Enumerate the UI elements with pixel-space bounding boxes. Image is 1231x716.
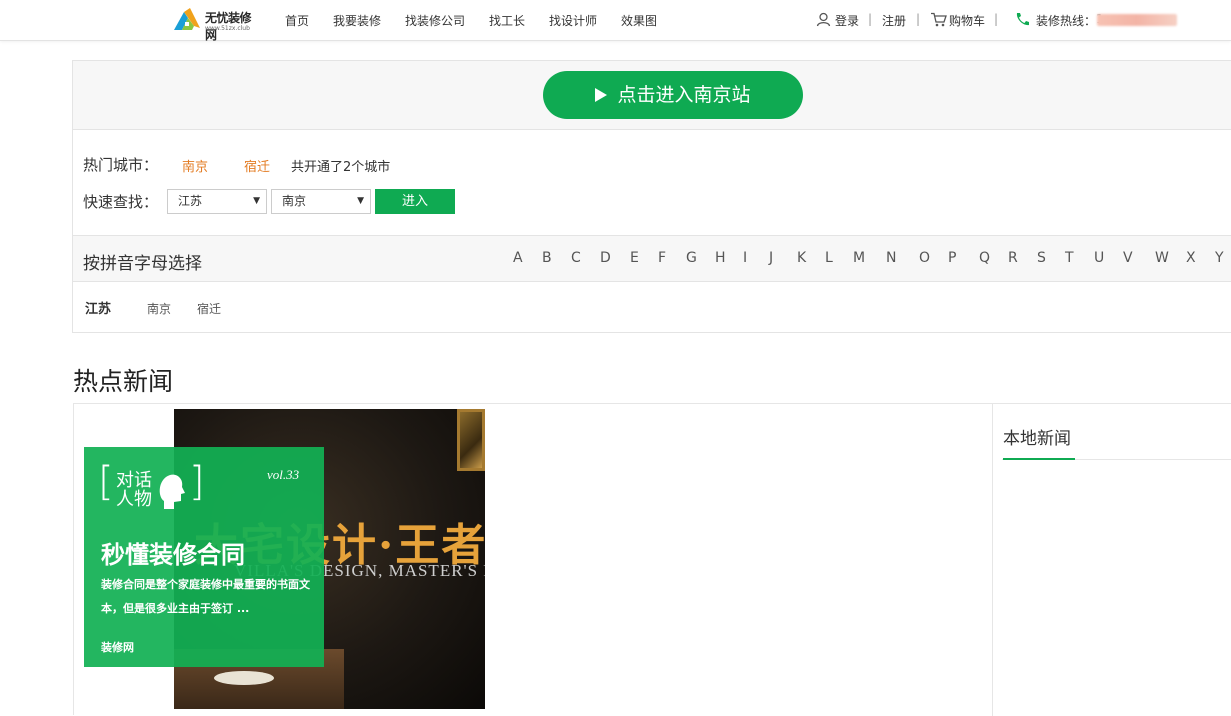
separator: | — [868, 12, 873, 26]
logo-url: www.51zx.club — [205, 25, 250, 32]
province-name: 江苏 — [85, 302, 112, 317]
pinyin-title: 按拼音字母选择 — [83, 254, 202, 274]
city-panel: 点击进入南京站 热门城市： 南京 宿迁 共开通了2个城市 快速查找： 江苏 ▼ … — [72, 60, 1231, 333]
enter-station-label: 点击进入南京站 — [617, 84, 751, 106]
logo-house-icon — [174, 8, 200, 30]
feature-description: 装修合同是整个家庭装修中最重要的书面文本，但是很多业主由于签订 ... — [101, 578, 310, 615]
pinyin-letter-i[interactable]: I — [743, 250, 747, 266]
pinyin-letter-u[interactable]: U — [1094, 250, 1104, 266]
pinyin-letter-g[interactable]: G — [686, 250, 697, 266]
enter-nanjing-station-button[interactable]: 点击进入南京站 — [543, 71, 803, 119]
pinyin-letter-d[interactable]: D — [600, 250, 611, 266]
nav-find-foreman[interactable]: 找工长 — [489, 12, 525, 29]
phone-icon — [1016, 13, 1029, 26]
pinyin-letter-m[interactable]: M — [853, 250, 865, 266]
separator: | — [916, 12, 921, 26]
pinyin-letter-e[interactable]: E — [630, 250, 639, 266]
nav-effect-images[interactable]: 效果图 — [621, 12, 657, 29]
nav-find-company[interactable]: 找装修公司 — [405, 12, 465, 29]
enter-city-button[interactable]: 进入 — [375, 189, 455, 214]
nav-home[interactable]: 首页 — [285, 12, 309, 29]
dropdown-arrow-icon: ▼ — [253, 196, 260, 206]
hotline-number-redacted — [1097, 14, 1177, 26]
login-link[interactable]: 登录 — [835, 12, 859, 29]
pinyin-letter-t[interactable]: T — [1065, 250, 1074, 266]
hot-city-suqian[interactable]: 宿迁 — [244, 156, 270, 175]
pinyin-letter-h[interactable]: H — [715, 250, 726, 266]
nav-want-renovation[interactable]: 我要装修 — [333, 12, 381, 29]
tab-local-news[interactable]: 本地新闻 — [1003, 424, 1071, 449]
pinyin-letter-a[interactable]: A — [513, 250, 523, 266]
dialogue-line2: 人物 — [116, 489, 152, 510]
station-banner: 点击进入南京站 — [73, 61, 1231, 130]
pinyin-letter-p[interactable]: P — [948, 250, 956, 266]
plate-decoration — [214, 671, 274, 685]
bracket-open: [ — [98, 459, 114, 505]
pinyin-letter-c[interactable]: C — [571, 250, 581, 266]
pinyin-letter-b[interactable]: B — [542, 250, 552, 266]
dialogue-label: 对话 人物 — [116, 471, 152, 509]
bracket-close: ] — [189, 459, 205, 505]
play-icon — [595, 88, 608, 102]
hot-city-nanjing[interactable]: 南京 — [182, 156, 208, 175]
pinyin-letter-w[interactable]: W — [1155, 250, 1169, 266]
pinyin-letter-s[interactable]: S — [1037, 250, 1046, 266]
pinyin-letter-f[interactable]: F — [658, 250, 666, 266]
nav-find-designer[interactable]: 找设计师 — [549, 12, 597, 29]
feature-headline[interactable]: 秒懂装修合同 — [101, 535, 245, 570]
cart-link[interactable]: 购物车 — [949, 12, 985, 29]
feature-source: 装修网 — [101, 641, 134, 654]
pinyin-letter-q[interactable]: Q — [979, 250, 990, 266]
head-profile-icon — [159, 474, 185, 509]
pinyin-letter-k[interactable]: K — [797, 250, 806, 266]
picture-frame-decoration — [457, 409, 485, 471]
cart-icon — [931, 12, 947, 27]
feature-news-card[interactable]: [ 对话 人物 ] vol.33 秒懂装修合同 装修合同是整个家庭装修中最重要的… — [84, 447, 324, 667]
pinyin-letter-j[interactable]: J — [769, 250, 773, 266]
separator: | — [994, 12, 999, 26]
hot-news-title: 热点新闻 — [73, 367, 174, 396]
news-section: 大宅设计·王者之 VILLA'S DESIGN, MASTER'S RES [ … — [73, 403, 1231, 716]
hotline-label: 装修热线： — [1036, 14, 1097, 28]
dropdown-arrow-icon: ▼ — [357, 196, 364, 206]
hot-cities-label: 热门城市： — [83, 156, 159, 174]
pinyin-filter-bar: 按拼音字母选择 A B C D E F G H I J K L M N O P Q R S T U V W X Y — [73, 235, 1231, 282]
pinyin-letter-n[interactable]: N — [886, 250, 896, 266]
news-divider — [992, 404, 993, 716]
city-select[interactable]: 南京 ▼ — [271, 189, 371, 214]
top-navbar: 无忧装修网 www.51zx.club 首页 我要装修 找装修公司 找工长 找设… — [0, 0, 1231, 42]
city-select-value: 南京 — [282, 194, 307, 208]
volume-label: vol.33 — [267, 467, 300, 482]
pinyin-letter-r[interactable]: R — [1008, 250, 1018, 266]
pinyin-letter-l[interactable]: L — [825, 250, 833, 266]
province-city-suqian[interactable]: 宿迁 — [197, 300, 221, 317]
province-select-value: 江苏 — [178, 194, 203, 208]
province-select[interactable]: 江苏 ▼ — [167, 189, 267, 214]
opened-cities-note: 共开通了2个城市 — [291, 160, 391, 175]
pinyin-letter-o[interactable]: O — [919, 250, 930, 266]
pinyin-letter-y[interactable]: Y — [1215, 250, 1224, 266]
site-logo[interactable]: 无忧装修网 www.51zx.club — [172, 6, 262, 42]
province-city-nanjing[interactable]: 南京 — [147, 300, 171, 317]
user-icon — [816, 12, 831, 27]
register-link[interactable]: 注册 — [882, 12, 906, 29]
active-tab-underline — [1003, 458, 1075, 460]
dialogue-line1: 对话 — [116, 470, 152, 491]
pinyin-letter-x[interactable]: X — [1186, 250, 1196, 266]
pinyin-letter-v[interactable]: V — [1123, 250, 1133, 266]
quick-find-label: 快速查找： — [83, 193, 159, 211]
